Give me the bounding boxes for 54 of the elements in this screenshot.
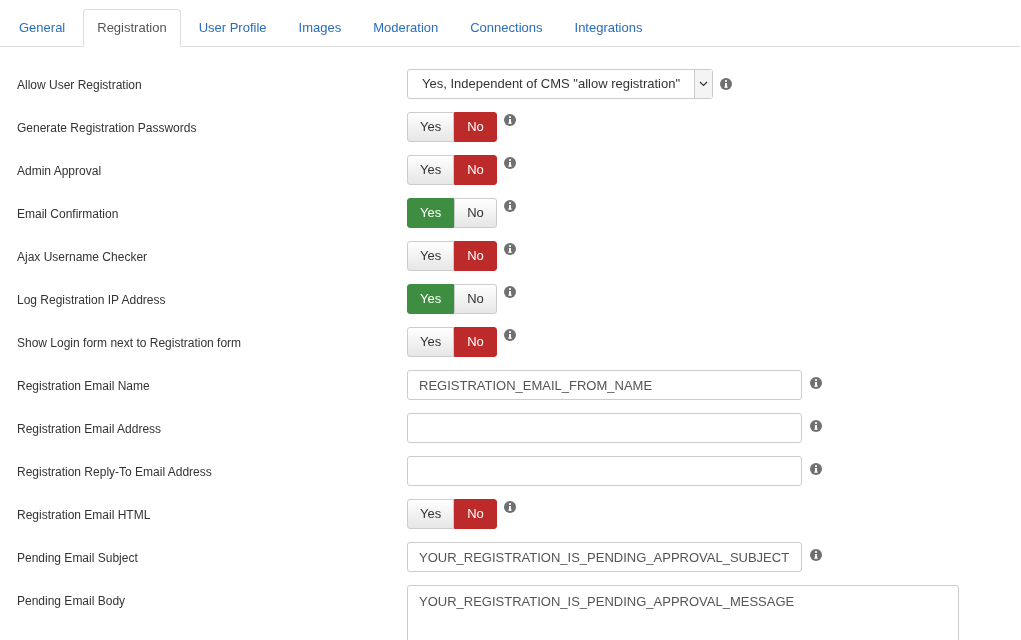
toggle-option[interactable]: No — [454, 499, 497, 529]
tab[interactable]: Images — [284, 9, 356, 47]
textarea-field[interactable]: YOUR_REGISTRATION_IS_PENDING_APPROVAL_MESSAGE — [407, 585, 959, 640]
select-value: Yes, Independent of CMS "allow registration" — [421, 75, 682, 94]
toggle-option[interactable]: No — [454, 284, 497, 314]
field-label: Allow User Registration — [16, 77, 143, 94]
toggle-option[interactable]: No — [454, 155, 497, 185]
info-icon[interactable] — [503, 114, 516, 126]
tab[interactable]: Connections — [456, 9, 557, 47]
info-icon[interactable] — [810, 549, 822, 561]
field-label: Email Confirmation — [16, 206, 120, 223]
info-icon[interactable] — [720, 78, 732, 90]
tab[interactable]: General — [5, 9, 80, 47]
toggle-option[interactable]: No — [454, 112, 497, 142]
field-label: Registration Email HTML — [16, 507, 152, 524]
tab[interactable]: Integrations — [560, 9, 657, 47]
info-icon[interactable] — [503, 329, 516, 341]
toggle-option[interactable]: Yes — [407, 241, 455, 271]
info-icon[interactable] — [503, 501, 516, 513]
toggle-option[interactable]: Yes — [407, 327, 455, 357]
info-icon[interactable] — [503, 286, 516, 298]
field-label: Pending Email Subject — [16, 550, 139, 567]
tab[interactable]: Registration — [83, 9, 181, 47]
info-icon[interactable] — [810, 420, 822, 432]
tab[interactable]: User Profile — [184, 9, 281, 47]
tab[interactable]: Moderation — [359, 9, 453, 47]
info-icon[interactable] — [810, 463, 822, 475]
text-field[interactable]: REGISTRATION_EMAIL_FROM_NAME — [407, 370, 802, 400]
info-icon[interactable] — [503, 200, 516, 212]
caret-icon — [699, 81, 709, 87]
text-field[interactable] — [407, 413, 802, 443]
toggle-option[interactable]: Yes — [407, 112, 455, 142]
field-label: Generate Registration Passwords — [16, 120, 198, 137]
field-label: Pending Email Body — [16, 593, 127, 610]
toggle-option[interactable]: Yes — [407, 198, 455, 228]
select-dropdown[interactable]: Yes, Independent of CMS "allow registration" — [407, 69, 713, 99]
field-label: Registration Reply-To Email Address — [16, 464, 213, 481]
text-field[interactable]: YOUR_REGISTRATION_IS_PENDING_APPROVAL_SUBJECT — [407, 542, 802, 572]
toggle-option[interactable]: Yes — [407, 155, 455, 185]
info-icon[interactable] — [503, 157, 516, 169]
field-label: Admin Approval — [16, 163, 103, 180]
field-label: Registration Email Address — [16, 421, 163, 438]
field-label: Registration Email Name — [16, 378, 151, 395]
text-field[interactable] — [407, 456, 802, 486]
field-label: Log Registration IP Address — [16, 292, 167, 309]
info-icon[interactable] — [810, 377, 822, 389]
toggle-option[interactable]: No — [454, 327, 497, 357]
toggle-option[interactable]: No — [454, 241, 497, 271]
field-label: Show Login form next to Registration form — [16, 335, 243, 352]
toggle-option[interactable]: Yes — [407, 499, 455, 529]
toggle-option[interactable]: No — [454, 198, 497, 228]
info-icon[interactable] — [503, 243, 516, 255]
field-label: Ajax Username Checker — [16, 249, 149, 266]
toggle-option[interactable]: Yes — [407, 284, 455, 314]
